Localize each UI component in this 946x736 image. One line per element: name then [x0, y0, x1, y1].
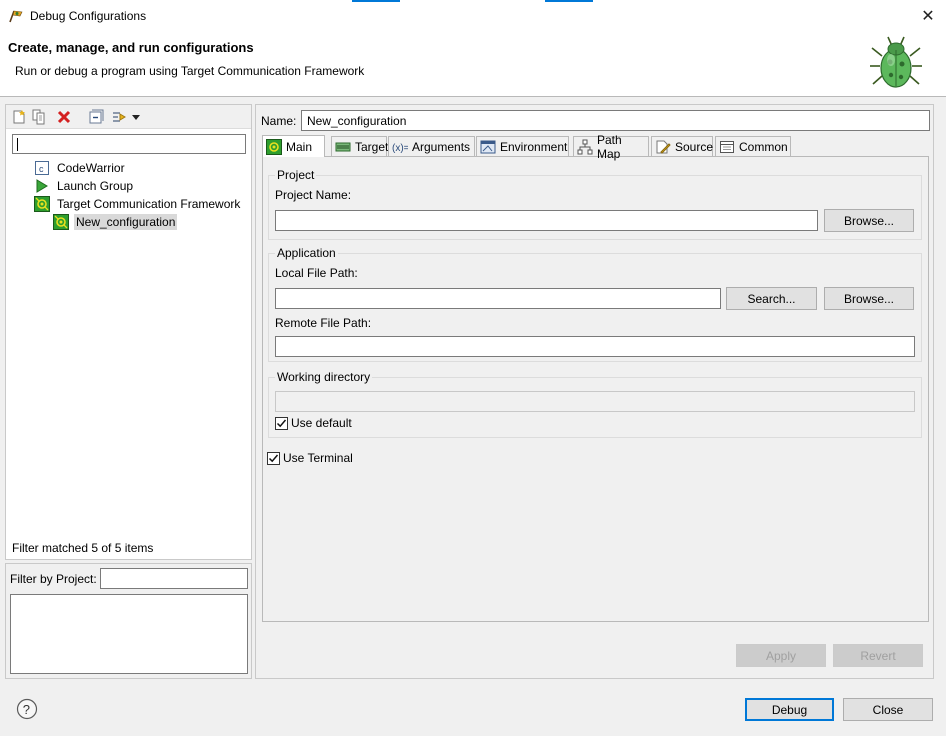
project-list[interactable]: [10, 594, 248, 674]
tab-target[interactable]: Target: [331, 136, 389, 156]
tab-label: Common: [739, 139, 788, 154]
title-bar-accent: [352, 0, 400, 2]
tcf-icon: [34, 196, 50, 212]
window-title: Debug Configurations: [30, 9, 147, 23]
tree-item-launch-group[interactable]: Launch Group: [34, 177, 135, 195]
environment-icon: [480, 139, 496, 155]
tab-common[interactable]: Common: [715, 136, 791, 156]
tree-item-label: New_configuration: [74, 214, 178, 230]
tab-label: Path Map: [597, 132, 622, 161]
tab-label: Target: [355, 139, 389, 154]
tab-main[interactable]: Main: [262, 135, 325, 157]
tree-item-new-configuration[interactable]: New_configuration: [53, 213, 178, 231]
use-default-checkbox[interactable]: Use default: [275, 416, 352, 430]
help-icon[interactable]: ?: [16, 698, 38, 720]
path-map-icon: [577, 139, 593, 155]
filter-status: Filter matched 5 of 5 items: [12, 541, 154, 555]
arguments-icon: (x)=: [392, 139, 410, 155]
name-label: Name:: [261, 114, 297, 128]
tab-label: Environment: [500, 139, 568, 154]
main-icon: [266, 138, 282, 155]
project-name-label: Project Name:: [275, 188, 352, 202]
new-configuration-icon[interactable]: [10, 108, 28, 126]
configuration-name-input[interactable]: New_configuration: [301, 110, 930, 131]
tree-item-label: Launch Group: [57, 179, 134, 193]
tree-item-label: CodeWarrior: [57, 161, 125, 175]
apply-button[interactable]: Apply: [736, 644, 826, 667]
use-terminal-label: Use Terminal: [283, 451, 353, 465]
source-icon: [655, 139, 671, 155]
tab-label: Source: [675, 139, 714, 154]
remote-file-path-label: Remote File Path:: [275, 316, 372, 330]
remote-file-path-input[interactable]: [275, 336, 915, 357]
bug-icon: [868, 34, 924, 94]
tree-item-codewarrior[interactable]: c CodeWarrior: [34, 159, 127, 177]
left-toolbar: [6, 105, 251, 129]
svg-text:c: c: [39, 164, 44, 174]
filter-input[interactable]: [12, 134, 246, 154]
tab-arguments[interactable]: (x)= Arguments: [388, 136, 475, 156]
checkbox-checked-icon: [267, 451, 280, 465]
view-menu-icon[interactable]: [130, 108, 142, 126]
tcf-icon: [53, 214, 69, 230]
debug-button[interactable]: Debug: [745, 698, 834, 721]
working-directory-label: Working directory: [275, 370, 373, 384]
project-group-label: Project: [275, 168, 317, 182]
tab-label: Main: [286, 139, 313, 154]
duplicate-icon[interactable]: [30, 108, 48, 126]
collapse-all-icon[interactable]: [87, 108, 105, 126]
svg-text:(x)=: (x)=: [392, 143, 408, 154]
text-caret: [17, 138, 18, 151]
launch-group-icon: [34, 178, 50, 194]
project-browse-button[interactable]: Browse...: [824, 209, 914, 232]
tab-environment[interactable]: Environment: [476, 136, 569, 156]
close-window-icon[interactable]: ✕: [914, 2, 942, 30]
tab-path-map[interactable]: Path Map: [573, 133, 649, 161]
local-file-path-label: Local File Path:: [275, 266, 358, 280]
filter-by-project-input[interactable]: [100, 568, 248, 589]
local-search-button[interactable]: Search...: [726, 287, 817, 310]
banner-title: Create, manage, and run configurations: [8, 40, 254, 55]
tab-strip: Main Target (x)= Arguments Environment P…: [262, 133, 930, 161]
debug-app-icon: [8, 8, 24, 24]
target-icon: [335, 139, 351, 155]
filter-by-project-label: Filter by Project:: [10, 572, 97, 586]
project-name-input[interactable]: [275, 210, 818, 231]
use-terminal-checkbox[interactable]: Use Terminal: [267, 451, 353, 465]
application-group-label: Application: [275, 246, 338, 260]
common-icon: [719, 139, 735, 155]
working-directory-input: [275, 391, 915, 412]
close-button[interactable]: Close: [843, 698, 933, 721]
delete-icon[interactable]: [55, 108, 73, 126]
filter-icon[interactable]: [110, 108, 128, 126]
local-file-path-input[interactable]: [275, 288, 721, 309]
tab-label: Arguments: [412, 139, 471, 154]
title-bar-accent: [545, 0, 593, 2]
help-glyph: ?: [23, 702, 30, 717]
tree-item-tcf[interactable]: Target Communication Framework: [34, 195, 242, 213]
checkbox-checked-icon: [275, 416, 288, 430]
tab-source[interactable]: Source: [651, 136, 713, 156]
use-default-label: Use default: [291, 416, 352, 430]
tree-item-label: Target Communication Framework: [57, 197, 241, 211]
revert-button[interactable]: Revert: [833, 644, 923, 667]
local-browse-button[interactable]: Browse...: [824, 287, 914, 310]
banner-subtitle: Run or debug a program using Target Comm…: [15, 64, 365, 78]
codewarrior-icon: c: [34, 160, 50, 176]
